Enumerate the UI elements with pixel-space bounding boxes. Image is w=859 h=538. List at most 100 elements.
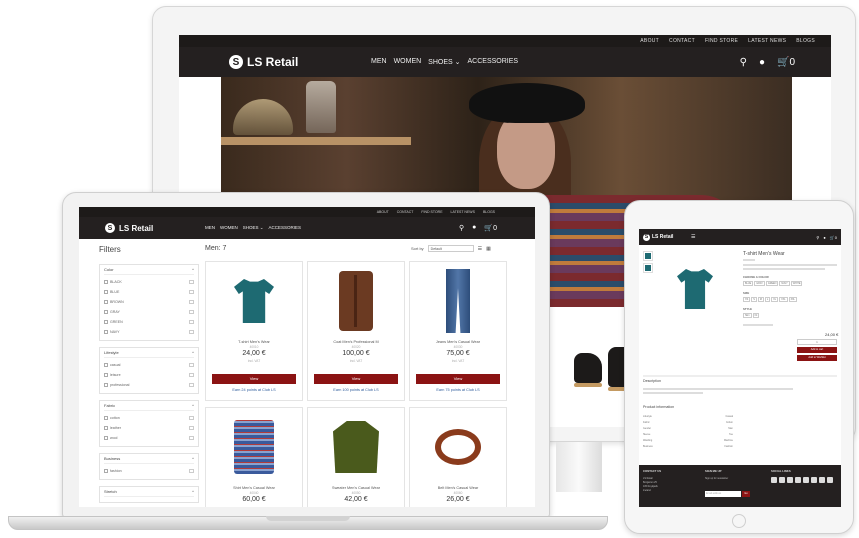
size-option[interactable]: XL	[771, 297, 779, 302]
search-icon[interactable]: ⚲	[459, 224, 464, 232]
color-option[interactable]: BLUE	[743, 281, 754, 286]
thumbnail-2[interactable]	[643, 263, 653, 273]
user-icon[interactable]: ●	[472, 224, 476, 232]
sort-select[interactable]: Default	[427, 245, 474, 252]
product-card[interactable]: Sweater Men's Casual Wear 40050 42,00 €	[307, 407, 405, 507]
filter-checkbox[interactable]	[104, 383, 108, 388]
product-card[interactable]: Coat Men's Professional M 40020 100,00 € in…	[307, 261, 405, 401]
earn-points-link[interactable]: Earn 100 points at Club LS	[308, 388, 404, 392]
filter-option[interactable]: wool	[104, 433, 194, 443]
filter-group-header[interactable]: Business ^	[104, 456, 194, 464]
top-link-about[interactable]: ABOUT	[377, 210, 389, 214]
top-link-latest-news[interactable]: LATEST NEWS	[451, 210, 475, 214]
search-icon[interactable]: ⚲	[816, 235, 819, 240]
color-option[interactable]: NAVY	[779, 281, 790, 286]
chevron-up-icon[interactable]: ^	[192, 267, 194, 272]
product-image[interactable]	[410, 266, 506, 336]
pinterest-icon[interactable]	[811, 477, 817, 483]
menu-accessories[interactable]: ACCESSORIES	[468, 58, 519, 66]
color-option[interactable]: WHITE	[790, 281, 803, 286]
color-option[interactable]: GRAY	[754, 281, 765, 286]
thumbnail-1[interactable]	[643, 251, 653, 261]
chevron-up-icon[interactable]: ^	[192, 403, 194, 408]
filter-group-header[interactable]: Stretch ^	[104, 489, 194, 497]
filter-option[interactable]: GRAY	[104, 307, 194, 317]
tablet-home-button[interactable]	[732, 514, 746, 528]
size-option[interactable]: XS	[743, 297, 751, 302]
product-image[interactable]	[206, 412, 302, 482]
view-button[interactable]: View	[416, 374, 500, 384]
product-image[interactable]	[206, 266, 302, 336]
vimeo-icon[interactable]	[827, 477, 833, 483]
filter-checkbox[interactable]	[104, 426, 108, 431]
chevron-up-icon[interactable]: ^	[192, 456, 194, 461]
filter-checkbox[interactable]	[104, 280, 108, 285]
product-card[interactable]: Belt Men's Casual Wear 40060 26,00 €	[409, 407, 507, 507]
menu-shoes[interactable]: SHOES ⌄	[243, 225, 264, 231]
filter-checkbox[interactable]	[104, 416, 108, 421]
menu-women[interactable]: WOMEN	[394, 58, 422, 66]
view-button[interactable]: View	[212, 374, 296, 384]
brand-logo[interactable]: S LS Retail	[229, 55, 298, 69]
color-option[interactable]: GREEN	[765, 281, 779, 286]
filter-option[interactable]: NAVY	[104, 327, 194, 337]
filter-checkbox[interactable]	[104, 330, 108, 335]
brand-logo[interactable]: S LS Retail	[643, 233, 673, 241]
top-link-blogs[interactable]: BLOGS	[796, 38, 815, 44]
earn-points-link[interactable]: Earn 75 points at Club LS	[410, 388, 506, 392]
cart-icon[interactable]: 🛒0	[777, 57, 795, 68]
filter-option[interactable]: BLUE	[104, 287, 194, 297]
filter-group-header[interactable]: Fabric ^	[104, 403, 194, 411]
earn-points-link[interactable]: Earn 24 points at Club LS	[206, 388, 302, 392]
add-to-wishlist-button[interactable]: Add to Wishlist	[797, 355, 837, 361]
filter-checkbox[interactable]	[104, 469, 108, 474]
top-link-contact[interactable]: CONTACT	[397, 210, 414, 214]
instagram-icon[interactable]	[795, 477, 801, 483]
brand-logo[interactable]: S LS Retail	[105, 223, 153, 233]
filter-option[interactable]: fashion	[104, 466, 194, 476]
product-card[interactable]: Jeans Men's Casual Wear 40030 75,00 € incl.…	[409, 261, 507, 401]
youtube-icon[interactable]	[787, 477, 793, 483]
top-link-blogs[interactable]: BLOGS	[483, 210, 495, 214]
googleplus-icon[interactable]	[819, 477, 825, 483]
chevron-up-icon[interactable]: ^	[192, 489, 194, 494]
menu-men[interactable]: MEN	[205, 225, 215, 231]
filter-option[interactable]: professional	[104, 380, 194, 390]
menu-women[interactable]: WOMEN	[220, 225, 238, 231]
size-option[interactable]: M	[757, 297, 764, 302]
newsletter-go-button[interactable]: Go	[742, 491, 750, 497]
cart-icon[interactable]: 🛒0	[484, 224, 497, 232]
facebook-icon[interactable]	[771, 477, 777, 483]
size-option[interactable]: L	[764, 297, 771, 302]
newsletter-email-input[interactable]: Email address	[705, 491, 741, 497]
top-link-about[interactable]: ABOUT	[640, 38, 659, 44]
chevron-up-icon[interactable]: ^	[192, 350, 194, 355]
size-option[interactable]: 3XL	[788, 297, 797, 302]
quantity-stepper[interactable]: 1	[797, 339, 837, 345]
menu-men[interactable]: MEN	[371, 58, 387, 66]
filter-option[interactable]: casual	[104, 360, 194, 370]
filter-option[interactable]: BROWN	[104, 297, 194, 307]
linkedin-icon[interactable]	[803, 477, 809, 483]
cart-icon[interactable]: 🛒0	[830, 235, 837, 240]
filter-checkbox[interactable]	[104, 363, 108, 368]
filter-checkbox[interactable]	[104, 373, 108, 378]
filter-option[interactable]: leather	[104, 423, 194, 433]
top-link-find-store[interactable]: FIND STORE	[421, 210, 442, 214]
product-card[interactable]: T-shirt Men's Wear 40010 24,00 € incl. VAT V…	[205, 261, 303, 401]
filter-checkbox[interactable]	[104, 436, 108, 441]
filter-option[interactable]: leisure	[104, 370, 194, 380]
product-main-image[interactable]	[673, 259, 717, 319]
top-link-find-store[interactable]: FIND STORE	[705, 38, 738, 44]
filter-option[interactable]: BLACK	[104, 277, 194, 287]
list-view-icon[interactable]: ☰	[478, 246, 482, 252]
view-button[interactable]: View	[314, 374, 398, 384]
filter-option[interactable]: cotton	[104, 413, 194, 423]
filter-group-header[interactable]: Lifestyle ^	[104, 350, 194, 358]
menu-shoes[interactable]: SHOES ⌄	[428, 58, 460, 66]
filter-checkbox[interactable]	[104, 300, 108, 305]
top-link-contact[interactable]: CONTACT	[669, 38, 695, 44]
filter-option[interactable]: GREEN	[104, 317, 194, 327]
hamburger-menu-icon[interactable]: ☰	[691, 234, 695, 240]
style-option[interactable]: Fit	[752, 313, 760, 318]
